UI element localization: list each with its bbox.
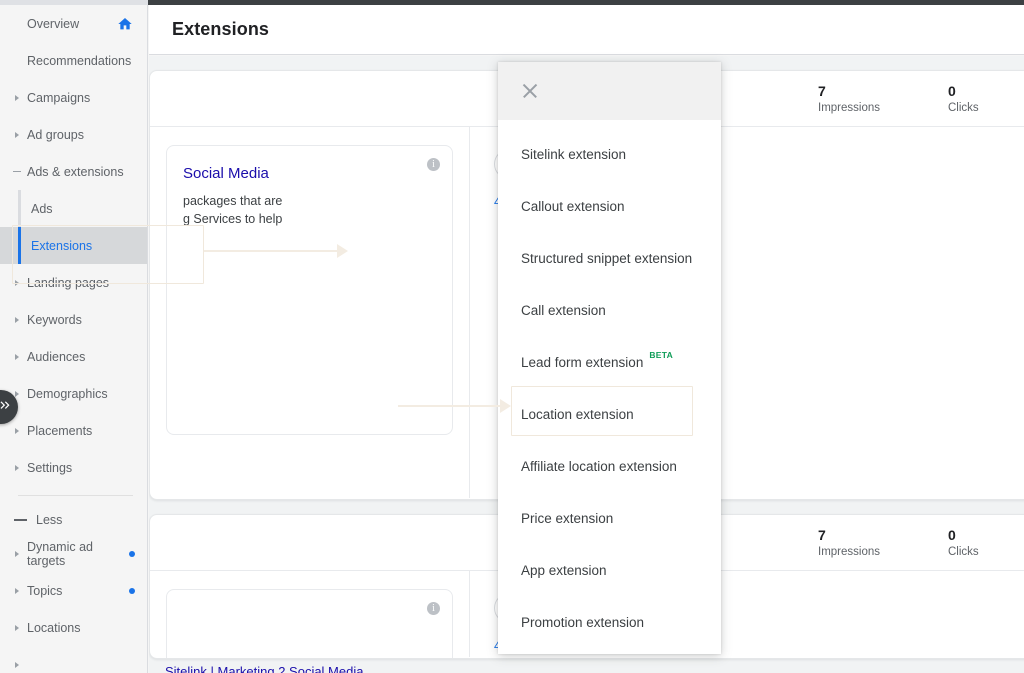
metric-value: 0 <box>948 82 956 99</box>
sidebar-item-keywords[interactable]: Keywords <box>0 301 147 338</box>
dropdown-item-label: Callout extension <box>521 198 625 214</box>
card-metrics: 7 Impressions 0 Clicks <box>818 526 1024 560</box>
dropdown-item-callout-extension[interactable]: Callout extension <box>498 180 721 232</box>
new-badge-dot <box>129 550 135 557</box>
sidebar-item-extensions[interactable]: Extensions <box>0 227 147 264</box>
sidebar-item-label: Ads & extensions <box>27 164 124 179</box>
sidebar-item-overview[interactable]: Overview <box>0 5 147 42</box>
sidebar-item-ad-groups[interactable]: Ad groups <box>0 116 147 153</box>
sidebar-item-landing-pages[interactable]: Landing pages <box>0 264 147 301</box>
sidebar-item-partial[interactable] <box>0 646 147 673</box>
dropdown-item-location-extension[interactable]: Location extension <box>498 388 721 440</box>
ad-preview: i <box>166 589 453 658</box>
metric-label: Impressions <box>818 101 880 114</box>
page-title: Extensions <box>172 19 270 39</box>
sidebar-item-ads[interactable]: Ads <box>0 190 147 227</box>
sidebar-item-label: Extensions <box>31 238 93 253</box>
dropdown-item-sitelink-extension[interactable]: Sitelink extension <box>498 128 721 180</box>
dropdown-item-call-extension[interactable]: Call extension <box>498 284 721 336</box>
card-metrics: 7 Impressions 0 Clicks <box>818 82 1024 116</box>
sidebar-item-label: Topics <box>27 583 63 598</box>
sidebar-item-label: Dynamic ad targets <box>27 539 93 568</box>
sidebar-item-campaigns[interactable]: Campaigns <box>0 79 147 116</box>
sidebar-item-label: Placements <box>27 423 93 438</box>
close-icon[interactable] <box>521 82 539 100</box>
sidebar-item-label: Landing pages <box>27 275 110 290</box>
metric-value: 7 <box>818 526 826 543</box>
ad-preview-title: Social Media <box>183 165 269 182</box>
dropdown-item-label: Affiliate location extension <box>521 458 677 474</box>
card-preview-pane: i <box>150 571 470 658</box>
sidebar-item-label: Keywords <box>27 312 82 327</box>
sitelink-footer-link[interactable]: Sitelink | Marketing 2 Social Media <box>165 664 363 673</box>
dropdown-item-app-extension[interactable]: App extension <box>498 544 721 596</box>
sidebar-item-label: Ads <box>31 201 53 216</box>
sidebar-item-settings[interactable]: Settings <box>0 449 147 486</box>
sidebar-item-label: Recommendations <box>27 53 132 68</box>
info-icon[interactable]: i <box>427 158 440 171</box>
sidebar-item-demographics[interactable]: Demographics <box>0 375 147 412</box>
new-badge-dot <box>129 587 135 594</box>
sidebar-item-label: Campaigns <box>27 90 91 105</box>
card-preview-pane: i Social Media packages that are g Servi… <box>150 127 470 498</box>
sidebar-less-toggle[interactable]: Less <box>0 505 147 535</box>
sidebar-item-label: Audiences <box>27 349 86 364</box>
dropdown-item-price-extension[interactable]: Price extension <box>498 492 721 544</box>
page-header: Extensions <box>149 5 1024 55</box>
sidebar-item-audiences[interactable]: Audiences <box>0 338 147 375</box>
metric-label: Impressions <box>818 545 880 558</box>
sidebar-item-recommendations[interactable]: Recommendations <box>0 42 147 79</box>
metric-clicks: 0 Clicks <box>948 82 1018 116</box>
dropdown-header <box>498 62 721 120</box>
sidebar-less-label: Less <box>36 513 63 527</box>
sidebar-item-placements[interactable]: Placements <box>0 412 147 449</box>
left-sidebar: Overview Recommendations Campaigns Ad gr… <box>0 5 148 673</box>
metric-value: 7 <box>818 82 826 99</box>
sidebar-item-locations[interactable]: Locations <box>0 609 147 646</box>
dropdown-item-label: Structured snippet extension <box>521 250 693 266</box>
metric-clicks: 0 Clicks <box>948 526 1018 560</box>
sidebar-item-label: Settings <box>27 460 73 475</box>
ad-preview: i Social Media packages that are g Servi… <box>166 145 453 435</box>
beta-badge: BETA <box>649 350 674 360</box>
dropdown-item-lead-form-extension[interactable]: Lead form extension BETA <box>498 336 721 388</box>
sidebar-item-label: Overview <box>27 16 80 31</box>
app-root: Overview Recommendations Campaigns Ad gr… <box>0 0 1024 673</box>
metric-impressions: 7 Impressions <box>818 526 888 560</box>
dropdown-item-label: Location extension <box>521 406 634 422</box>
sidebar-subgroup-ads-extensions: Ads Extensions <box>0 190 147 264</box>
sidebar-divider <box>18 495 133 496</box>
dropdown-item-label: App extension <box>521 562 607 578</box>
dropdown-item-structured-snippet-extension[interactable]: Structured snippet extension <box>498 232 721 284</box>
sidebar-item-label: Ad groups <box>27 127 84 142</box>
sidebar-item-label: Demographics <box>27 386 108 401</box>
dropdown-item-label: Promotion extension <box>521 614 645 630</box>
metric-value: 0 <box>948 526 956 543</box>
dropdown-item-label: Sitelink extension <box>521 146 627 162</box>
chevron-double-right-icon <box>0 397 12 417</box>
sidebar-item-ads-and-extensions[interactable]: Ads & extensions <box>0 153 147 190</box>
extension-type-dropdown: Sitelink extension Callout extension Str… <box>498 62 721 654</box>
dropdown-item-label: Lead form extension <box>521 354 644 370</box>
metric-impressions: 7 Impressions <box>818 82 888 116</box>
dropdown-item-affiliate-location-extension[interactable]: Affiliate location extension <box>498 440 721 492</box>
info-icon[interactable]: i <box>427 602 440 615</box>
metric-label: Clicks <box>948 101 979 114</box>
dropdown-item-promotion-extension[interactable]: Promotion extension <box>498 596 721 648</box>
ad-preview-description-line1: packages that are <box>183 194 283 208</box>
dropdown-item-label: Call extension <box>521 302 606 318</box>
home-icon <box>117 16 133 32</box>
metric-label: Clicks <box>948 545 979 558</box>
dropdown-list: Sitelink extension Callout extension Str… <box>498 120 721 648</box>
dropdown-item-label: Price extension <box>521 510 614 526</box>
sidebar-item-label: Locations <box>27 620 81 635</box>
sidebar-item-topics[interactable]: Topics <box>0 572 147 609</box>
ad-preview-description-line2: g Services to help <box>183 212 283 226</box>
sidebar-item-dynamic-ad-targets[interactable]: Dynamic ad targets <box>0 535 147 572</box>
